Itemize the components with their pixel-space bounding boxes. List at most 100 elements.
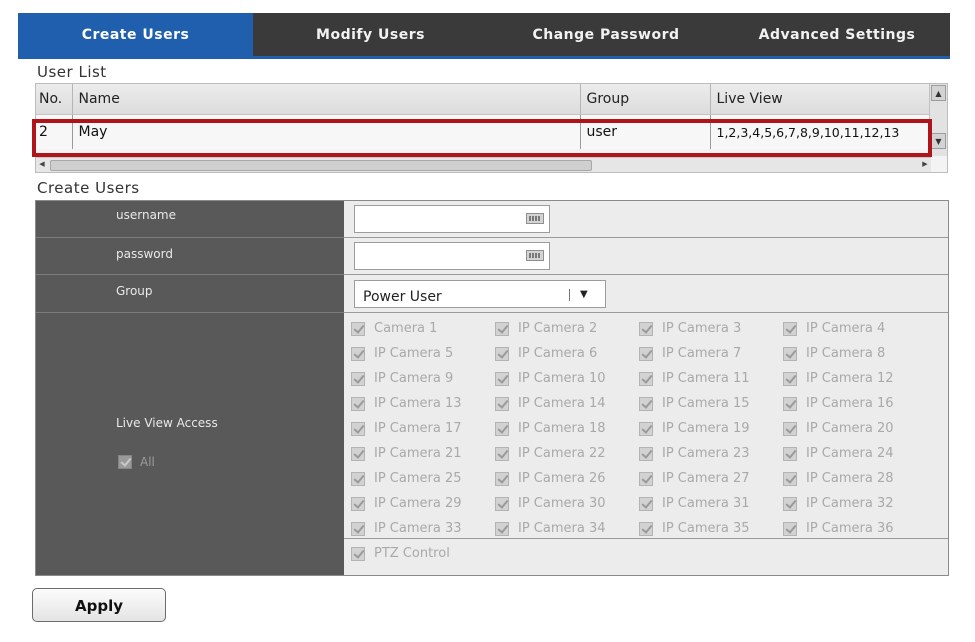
- camera-checkbox[interactable]: IP Camera 21: [351, 446, 462, 461]
- all-cameras-checkbox[interactable]: All: [118, 455, 155, 469]
- camera-label: IP Camera 19: [662, 421, 750, 436]
- camera-checkbox[interactable]: IP Camera 6: [495, 346, 597, 361]
- camera-checkbox[interactable]: IP Camera 5: [351, 346, 453, 361]
- camera-label: IP Camera 32: [806, 496, 894, 511]
- username-value-cell: [344, 201, 948, 238]
- scroll-up-icon[interactable]: ▲: [931, 85, 946, 101]
- apply-button[interactable]: Apply: [32, 588, 166, 622]
- table-row[interactable]: 2 May user 1,2,3,4,5,6,7,8,9,10,11,12,13: [36, 114, 932, 149]
- camera-checkbox[interactable]: IP Camera 7: [639, 346, 741, 361]
- camera-checkbox[interactable]: IP Camera 8: [783, 346, 885, 361]
- camera-checkbox[interactable]: IP Camera 15: [639, 396, 750, 411]
- camera-label: IP Camera 14: [518, 396, 606, 411]
- ptz-control-checkbox[interactable]: PTZ Control: [351, 546, 450, 561]
- horizontal-scroll-thumb[interactable]: [50, 160, 592, 171]
- camera-checkbox[interactable]: IP Camera 11: [639, 371, 750, 386]
- horizontal-scrollbar[interactable]: ◀ ▶: [36, 157, 931, 172]
- tab-modify-users[interactable]: Modify Users: [253, 13, 488, 56]
- scroll-down-icon[interactable]: ▼: [931, 133, 946, 149]
- camera-checkbox[interactable]: IP Camera 33: [351, 521, 462, 536]
- camera-checkbox[interactable]: IP Camera 30: [495, 496, 606, 511]
- user-list-title: User List: [37, 63, 107, 81]
- create-users-form: username password Group Power User ▼ Liv…: [35, 200, 949, 576]
- checkbox-checked-icon: [495, 521, 509, 536]
- camera-checkbox[interactable]: IP Camera 36: [783, 521, 894, 536]
- live-view-access-label: Live View Access: [116, 416, 218, 430]
- checkbox-checked-icon: [351, 471, 365, 486]
- camera-checkbox[interactable]: IP Camera 31: [639, 496, 750, 511]
- password-input[interactable]: [354, 242, 550, 270]
- checkbox-checked-icon: [495, 371, 509, 386]
- camera-checkbox[interactable]: IP Camera 23: [639, 446, 750, 461]
- tab-change-password[interactable]: Change Password: [488, 13, 724, 56]
- camera-checkbox[interactable]: IP Camera 16: [783, 396, 894, 411]
- keyboard-icon[interactable]: [526, 250, 544, 261]
- camera-checkbox[interactable]: IP Camera 22: [495, 446, 606, 461]
- camera-label: IP Camera 28: [806, 471, 894, 486]
- camera-label: IP Camera 31: [662, 496, 750, 511]
- column-header-name[interactable]: Name: [72, 84, 581, 115]
- checkbox-checked-icon: [495, 321, 509, 336]
- checkbox-checked-icon: [639, 321, 653, 336]
- vertical-scrollbar[interactable]: ▲ ▼: [929, 84, 947, 156]
- camera-checkbox[interactable]: IP Camera 25: [351, 471, 462, 486]
- camera-checkbox[interactable]: IP Camera 10: [495, 371, 606, 386]
- username-input[interactable]: [354, 205, 550, 233]
- scroll-left-icon[interactable]: ◀: [36, 159, 48, 170]
- scroll-right-icon[interactable]: ▶: [919, 159, 931, 170]
- group-select[interactable]: Power User ▼: [354, 280, 606, 308]
- camera-checkbox[interactable]: IP Camera 3: [639, 321, 741, 336]
- checkbox-checked-icon: [351, 546, 365, 561]
- checkbox-checked-icon: [351, 496, 365, 511]
- camera-checkbox[interactable]: IP Camera 32: [783, 496, 894, 511]
- group-label: Group: [116, 284, 153, 298]
- group-value-cell: Power User ▼: [344, 275, 948, 313]
- username-label-cell: username: [36, 201, 344, 238]
- checkbox-checked-icon: [783, 396, 797, 411]
- camera-checkbox[interactable]: IP Camera 29: [351, 496, 462, 511]
- camera-checkbox[interactable]: IP Camera 26: [495, 471, 606, 486]
- camera-checkbox[interactable]: IP Camera 9: [351, 371, 453, 386]
- checkbox-checked-icon: [783, 346, 797, 361]
- tab-create-users[interactable]: Create Users: [18, 13, 253, 56]
- camera-checkbox[interactable]: IP Camera 14: [495, 396, 606, 411]
- select-separator: [569, 289, 570, 301]
- camera-checkbox[interactable]: IP Camera 19: [639, 421, 750, 436]
- live-view-access-label-cell: Live View Access All: [36, 313, 344, 575]
- camera-checkbox[interactable]: IP Camera 28: [783, 471, 894, 486]
- checkbox-checked-icon: [351, 521, 365, 536]
- checkbox-checked-icon: [783, 521, 797, 536]
- dropdown-caret-icon[interactable]: ▼: [580, 281, 588, 309]
- checkbox-checked-icon: [351, 371, 365, 386]
- camera-label: IP Camera 3: [662, 321, 742, 336]
- camera-checkbox[interactable]: IP Camera 20: [783, 421, 894, 436]
- camera-checkbox[interactable]: Camera 1: [351, 321, 437, 336]
- camera-label: IP Camera 5: [374, 346, 454, 361]
- password-label: password: [116, 247, 173, 261]
- camera-checkbox[interactable]: IP Camera 4: [783, 321, 885, 336]
- checkbox-checked-icon: [495, 496, 509, 511]
- checkbox-checked-icon: [639, 446, 653, 461]
- camera-checkbox[interactable]: IP Camera 13: [351, 396, 462, 411]
- cell-live-view: 1,2,3,4,5,6,7,8,9,10,11,12,13: [710, 114, 932, 149]
- camera-checkbox[interactable]: IP Camera 12: [783, 371, 894, 386]
- camera-checkbox[interactable]: IP Camera 35: [639, 521, 750, 536]
- tab-advanced-settings[interactable]: Advanced Settings: [724, 13, 950, 56]
- camera-label: IP Camera 18: [518, 421, 606, 436]
- camera-checkbox[interactable]: IP Camera 17: [351, 421, 462, 436]
- camera-checkbox[interactable]: IP Camera 18: [495, 421, 606, 436]
- checkbox-checked-icon: [495, 346, 509, 361]
- checkbox-checked-icon: [351, 396, 365, 411]
- camera-checkbox[interactable]: IP Camera 24: [783, 446, 894, 461]
- checkbox-checked-icon: [783, 471, 797, 486]
- checkbox-checked-icon: [495, 396, 509, 411]
- camera-checkbox[interactable]: IP Camera 2: [495, 321, 597, 336]
- password-value-cell: [344, 238, 948, 275]
- camera-label: IP Camera 2: [518, 321, 598, 336]
- camera-checkbox[interactable]: IP Camera 34: [495, 521, 606, 536]
- keyboard-icon[interactable]: [526, 213, 544, 224]
- column-header-group[interactable]: Group: [580, 84, 711, 115]
- column-header-live-view[interactable]: Live View: [710, 84, 932, 115]
- column-header-no[interactable]: No.: [36, 84, 73, 115]
- camera-checkbox[interactable]: IP Camera 27: [639, 471, 750, 486]
